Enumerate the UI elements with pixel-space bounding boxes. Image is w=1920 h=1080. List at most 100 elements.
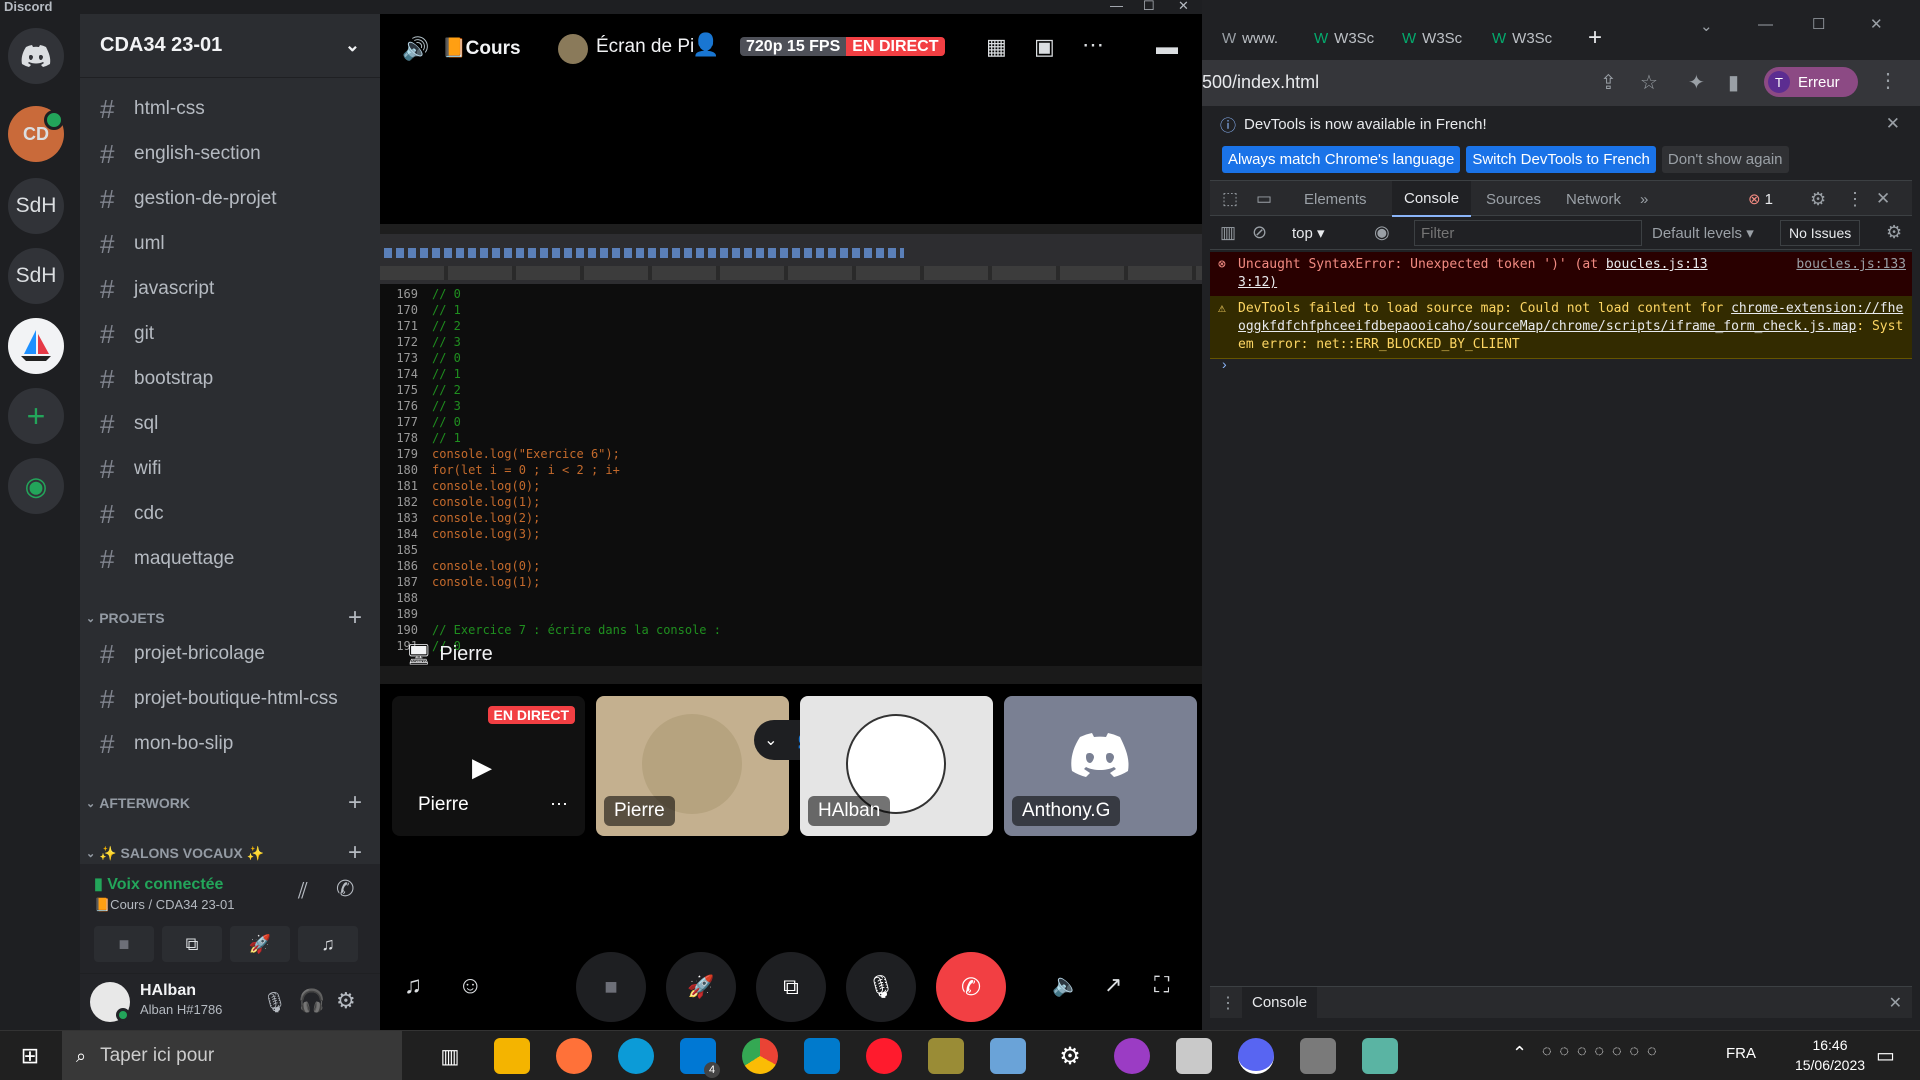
soundboard-button[interactable]: ♫ xyxy=(298,926,358,962)
more-icon[interactable]: ⋮ xyxy=(1220,993,1236,1013)
mail-icon[interactable]: 4 xyxy=(680,1038,720,1078)
guild-header[interactable]: CDA34 23-01 ⌄ xyxy=(80,14,380,78)
eye-icon[interactable]: ◉ xyxy=(1374,222,1390,243)
add-channel-icon[interactable]: + xyxy=(348,604,362,632)
category-projets[interactable]: ⌄ PROJETS + xyxy=(86,604,372,632)
issues-button[interactable]: No Issues xyxy=(1780,220,1861,246)
noise-suppression-icon[interactable]: ⫽ xyxy=(298,878,308,904)
side-panel-icon[interactable]: ▮ xyxy=(1728,70,1739,95)
channel-projet-bricolage[interactable]: # projet-bricolage xyxy=(86,635,372,673)
start-button[interactable]: ⊞ xyxy=(12,1038,48,1074)
clock-time[interactable]: 16:46 xyxy=(1790,1037,1870,1053)
channel-uml[interactable]: # uml xyxy=(86,225,372,263)
headphones-icon[interactable]: 🎧 xyxy=(298,988,325,1014)
source-link[interactable]: boucles.js:133 xyxy=(1796,256,1906,274)
star-icon[interactable]: ☆ xyxy=(1640,70,1658,95)
match-language-button[interactable]: Always match Chrome's language xyxy=(1222,146,1461,173)
tile-pierre[interactable]: Pierre xyxy=(596,696,789,836)
extensions-icon[interactable]: ✦ xyxy=(1688,70,1705,95)
device-icon[interactable]: ▭ xyxy=(1256,181,1272,217)
close-icon[interactable]: ✕ xyxy=(1889,993,1902,1013)
discord-taskbar-icon[interactable] xyxy=(1238,1038,1274,1074)
menu-icon[interactable]: ⋮ xyxy=(1878,68,1898,93)
leave-call-button[interactable]: ✆ xyxy=(936,952,1006,1022)
log-levels-select[interactable]: Default levels ▾ xyxy=(1652,224,1754,242)
chevron-up-icon[interactable]: ⌃ xyxy=(1512,1043,1527,1064)
clock-date[interactable]: 15/06/2023 xyxy=(1790,1057,1870,1073)
microphone-icon[interactable]: 🎙 xyxy=(262,990,287,1015)
soundboard-icon[interactable]: ♫ xyxy=(404,972,422,1000)
gear-icon[interactable]: ⚙ xyxy=(1810,181,1826,217)
maximize-icon[interactable]: ☐ xyxy=(1143,0,1155,14)
close-icon[interactable]: ✕ xyxy=(1870,6,1883,42)
address-bar[interactable]: 500/index.html ⇪ ☆ ✦ ▮ T Erreur ⋮ xyxy=(1202,60,1920,106)
screen-share-button[interactable]: ⧉ xyxy=(162,926,222,962)
more-icon[interactable]: ⋮ xyxy=(1846,181,1864,217)
vscode-icon[interactable] xyxy=(804,1038,840,1074)
error-link[interactable]: boucles.js:13 xyxy=(1606,257,1708,272)
more-icon[interactable]: ⋯ xyxy=(550,794,568,815)
url-text[interactable]: 500/index.html xyxy=(1202,72,1319,93)
context-select[interactable]: top ▾ xyxy=(1292,224,1325,242)
disconnect-icon[interactable]: ✆ xyxy=(336,876,354,902)
chrome-icon[interactable] xyxy=(742,1038,778,1074)
add-user-icon[interactable]: 👤 xyxy=(692,32,719,58)
discord-home-icon[interactable] xyxy=(8,28,64,84)
channel-bootstrap[interactable]: # bootstrap xyxy=(86,360,372,398)
add-channel-icon[interactable]: + xyxy=(348,839,362,867)
shared-screen[interactable]: 169 // 0 170 // 1 171 // 2 172 // 3 173 // 0 174 //… xyxy=(380,224,1202,684)
tab-elements[interactable]: Elements xyxy=(1304,181,1367,217)
app-icon[interactable] xyxy=(1114,1038,1150,1074)
share-icon[interactable]: ⇪ xyxy=(1600,70,1617,95)
channel-wifi[interactable]: # wifi xyxy=(86,450,372,488)
app-icon[interactable] xyxy=(1176,1038,1212,1074)
tab-sources[interactable]: Sources xyxy=(1486,181,1541,217)
volume-icon[interactable]: 🔈 xyxy=(1052,972,1079,998)
app-icon[interactable] xyxy=(928,1038,964,1074)
username[interactable]: HAlban xyxy=(140,982,196,1000)
channel-git[interactable]: # git xyxy=(86,315,372,353)
notifications-icon[interactable]: ▭ xyxy=(1876,1043,1895,1068)
tab-4[interactable]: W W3Sc xyxy=(1492,20,1552,56)
drawer-tab-console[interactable]: Console xyxy=(1242,987,1318,1019)
screen-share-button[interactable]: ⧉ xyxy=(756,952,826,1022)
tab-2[interactable]: W W3Sc xyxy=(1314,20,1374,56)
opera-icon[interactable] xyxy=(866,1038,902,1074)
notepad-icon[interactable] xyxy=(990,1038,1026,1074)
tile-halban[interactable]: HAlban xyxy=(800,696,993,836)
voice-status[interactable]: ▮ Voix connectée xyxy=(94,874,223,894)
filter-input[interactable] xyxy=(1414,220,1642,246)
app-icon[interactable] xyxy=(1362,1038,1398,1074)
error-link-cont[interactable]: 3:12) xyxy=(1238,275,1277,290)
close-icon[interactable]: ✕ xyxy=(1876,181,1890,217)
switch-french-button[interactable]: Switch DevTools to French xyxy=(1466,146,1656,173)
server-sdh-2[interactable]: SdH xyxy=(8,248,64,304)
file-explorer-icon[interactable] xyxy=(494,1038,530,1074)
language-indicator[interactable]: FRA xyxy=(1726,1045,1756,1062)
channel-mon-bo-slip[interactable]: # mon-bo-slip xyxy=(86,725,372,763)
minimize-icon[interactable]: — xyxy=(1758,6,1773,42)
tab-network[interactable]: Network xyxy=(1566,181,1621,217)
channel-javascript[interactable]: # javascript xyxy=(86,270,372,308)
server-boat[interactable] xyxy=(8,318,64,374)
gear-icon[interactable]: ⚙ xyxy=(336,988,356,1014)
dont-show-button[interactable]: Don't show again xyxy=(1661,146,1789,173)
console-prompt[interactable]: › xyxy=(1222,356,1227,372)
emoji-icon[interactable]: ☺ xyxy=(458,972,483,1000)
channel-cdc[interactable]: # cdc xyxy=(86,495,372,533)
explore-compass-icon[interactable]: ◉ xyxy=(8,458,64,514)
maximize-icon[interactable]: ☐ xyxy=(1812,6,1825,42)
tile-anthony[interactable]: Anthony.G xyxy=(1004,696,1197,836)
microphone-button[interactable]: 🎙 xyxy=(846,952,916,1022)
more-icon[interactable]: ⋯ xyxy=(1082,32,1104,58)
tab-3[interactable]: W W3Sc xyxy=(1402,20,1462,56)
search-box[interactable]: ⌕ Taper ici pour xyxy=(62,1031,402,1080)
category-afterwork[interactable]: ⌄ AFTERWORK + xyxy=(86,789,372,816)
task-view-icon[interactable]: ▥ xyxy=(432,1038,468,1074)
activity-button[interactable]: 🚀 xyxy=(230,926,290,962)
new-tab-button[interactable]: + xyxy=(1588,20,1602,56)
firefox-icon[interactable] xyxy=(556,1038,592,1074)
add-server-icon[interactable]: + xyxy=(8,388,64,444)
sidebar-icon[interactable]: ▥ xyxy=(1220,223,1236,243)
chat-icon[interactable]: ▬ xyxy=(1156,34,1178,60)
